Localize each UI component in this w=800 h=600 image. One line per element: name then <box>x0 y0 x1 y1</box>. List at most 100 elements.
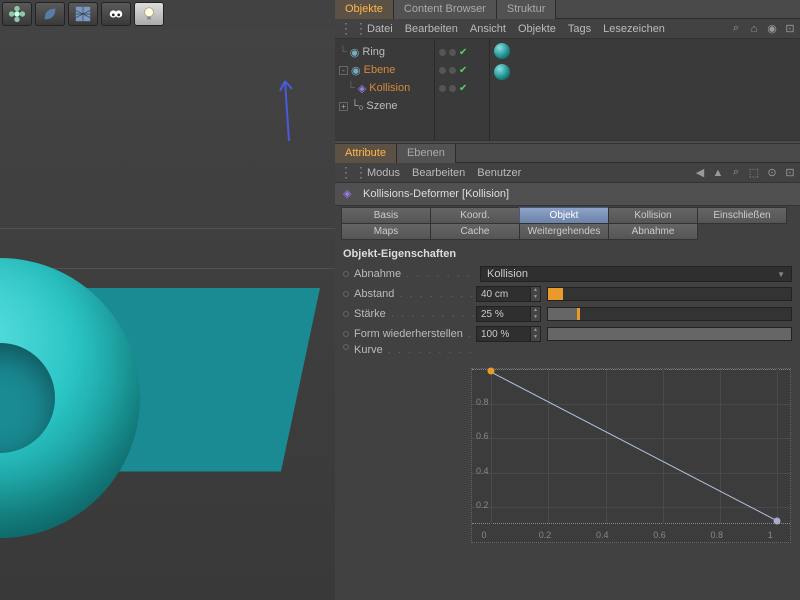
chevron-down-icon: ▼ <box>777 270 785 279</box>
subtab-koord[interactable]: Koord. <box>430 207 520 224</box>
menu-objekte[interactable]: Objekte <box>518 23 556 35</box>
curve-editor[interactable]: 0.8 0.6 0.4 0.2 0 0.2 0.4 0.6 0.8 1 <box>471 368 791 543</box>
menu-benutzer[interactable]: Benutzer <box>477 167 521 179</box>
eye-icon[interactable]: ◉ <box>766 23 778 35</box>
prop-form: Form wiederherstellen ▲▼ <box>335 324 800 344</box>
form-slider[interactable] <box>547 327 792 341</box>
subtab-weitergehendes[interactable]: Weitergehendes <box>519 223 609 240</box>
spinner[interactable]: ▲▼ <box>531 306 541 322</box>
menu-bearbeiten-attr[interactable]: Bearbeiten <box>412 167 465 179</box>
tab-content-browser[interactable]: Content Browser <box>394 0 497 19</box>
tree-branch-icon: └ <box>339 46 347 58</box>
attribute-title-bar: ◈ Kollisions-Deformer [Kollision] <box>335 183 800 206</box>
subtab-abnahme[interactable]: Abnahme <box>608 223 698 240</box>
visibility-column: ✔ ✔ ✔ <box>435 39 490 140</box>
deformer-icon: ◈ <box>343 187 357 201</box>
leaf-icon[interactable] <box>35 2 65 26</box>
null-icon: └₀ <box>351 100 363 112</box>
prop-kurve: Kurve <box>335 344 800 364</box>
tree-column[interactable]: └ ◉ Ring - ◉ Ebene └ ◈ Kollision + └₀ Sz… <box>335 39 435 140</box>
keyframe-dot[interactable] <box>343 311 349 317</box>
grid-icon[interactable] <box>68 2 98 26</box>
menu-tags[interactable]: Tags <box>568 23 591 35</box>
pin-icon[interactable]: ⊙ <box>766 167 778 179</box>
staerke-slider[interactable] <box>547 307 792 321</box>
material-tag-icon[interactable] <box>494 43 510 59</box>
search-icon[interactable]: ⌕ <box>730 167 742 179</box>
x-tick-label: 0.8 <box>711 530 724 540</box>
dropdown-value: Kollision <box>487 268 528 280</box>
tab-ebenen[interactable]: Ebenen <box>397 144 456 163</box>
prop-abnahme: Abnahme Kollision ▼ <box>335 264 800 284</box>
subtab-maps[interactable]: Maps <box>341 223 431 240</box>
keyframe-dot[interactable] <box>343 291 349 297</box>
eyes-icon[interactable] <box>101 2 131 26</box>
abstand-slider[interactable] <box>547 287 792 301</box>
attribute-menu: ⋮⋮ Modus Bearbeiten Benutzer ◀ ▲ ⌕ ⬚ ⊙ ⊡ <box>335 163 800 183</box>
tab-objekte[interactable]: Objekte <box>335 0 394 19</box>
search-icon[interactable]: ⌕ <box>730 23 742 35</box>
axis-arrow-icon <box>275 73 305 143</box>
check-icon[interactable]: ✔ <box>459 65 467 76</box>
menu-lesezeichen[interactable]: Lesezeichen <box>603 23 665 35</box>
tree-label: Ebene <box>364 64 396 76</box>
spinner[interactable]: ▲▼ <box>531 326 541 342</box>
bulb-icon[interactable] <box>134 2 164 26</box>
tab-attribute[interactable]: Attribute <box>335 144 397 163</box>
check-icon[interactable]: ✔ <box>459 83 467 94</box>
check-icon[interactable]: ✔ <box>459 47 467 58</box>
lock-icon[interactable]: ⬚ <box>748 167 760 179</box>
vis-row[interactable]: ✔ <box>439 61 485 79</box>
prop-label: Abstand <box>354 288 476 300</box>
plane-icon: ◉ <box>351 64 361 77</box>
home-icon[interactable]: ⌂ <box>748 23 760 35</box>
expand-icon[interactable]: + <box>339 102 348 111</box>
vis-row[interactable]: ✔ <box>439 43 485 61</box>
nav-back-icon[interactable]: ◀ <box>694 167 706 179</box>
flower-icon[interactable] <box>2 2 32 26</box>
subtab-einschliessen[interactable]: Einschließen <box>697 207 787 224</box>
keyframe-dot[interactable] <box>343 331 349 337</box>
form-input[interactable] <box>476 326 531 342</box>
object-manager-menu: ⋮⋮ Datei Bearbeiten Ansicht Objekte Tags… <box>335 19 800 39</box>
tab-struktur[interactable]: Struktur <box>497 0 557 19</box>
x-tick-label: 0.4 <box>596 530 609 540</box>
tree-row-kollision[interactable]: └ ◈ Kollision <box>337 79 432 97</box>
ring-icon: ◉ <box>350 46 360 59</box>
spinner[interactable]: ▲▼ <box>531 286 541 302</box>
grip-icon[interactable]: ⋮⋮ <box>339 20 355 37</box>
subtab-kollision[interactable]: Kollision <box>608 207 698 224</box>
abnahme-dropdown[interactable]: Kollision ▼ <box>480 266 792 282</box>
subtab-basis[interactable]: Basis <box>341 207 431 224</box>
tags-column <box>490 39 800 140</box>
subtab-cache[interactable]: Cache <box>430 223 520 240</box>
collapse-icon[interactable]: - <box>339 66 348 75</box>
x-tick-label: 1 <box>768 530 773 540</box>
expand-icon[interactable]: ⊡ <box>784 23 796 35</box>
prop-label: Form wiederherstellen <box>354 328 476 340</box>
keyframe-dot[interactable] <box>343 271 349 277</box>
tree-row-ebene[interactable]: - ◉ Ebene <box>337 61 432 79</box>
prop-staerke: Stärke ▲▼ <box>335 304 800 324</box>
viewport[interactable] <box>0 28 335 600</box>
menu-ansicht[interactable]: Ansicht <box>470 23 506 35</box>
deformer-icon: ◈ <box>358 82 366 95</box>
material-tag-icon[interactable] <box>494 64 510 80</box>
tree-row-ring[interactable]: └ ◉ Ring <box>337 43 432 61</box>
menu-modus[interactable]: Modus <box>367 167 400 179</box>
abstand-input[interactable] <box>476 286 531 302</box>
curve-handle-start[interactable] <box>488 367 495 374</box>
x-tick-label: 0.2 <box>539 530 552 540</box>
prop-label: Abnahme <box>354 268 476 280</box>
expand-icon[interactable]: ⊡ <box>784 167 796 179</box>
subtab-objekt[interactable]: Objekt <box>519 207 609 224</box>
menu-bearbeiten[interactable]: Bearbeiten <box>405 23 458 35</box>
staerke-input[interactable] <box>476 306 531 322</box>
grip-icon[interactable]: ⋮⋮ <box>339 164 355 181</box>
curve-handle-end[interactable] <box>774 518 781 525</box>
nav-up-icon[interactable]: ▲ <box>712 167 724 179</box>
tree-row-szene[interactable]: + └₀ Szene <box>337 97 432 115</box>
menu-datei[interactable]: Datei <box>367 23 393 35</box>
vis-row[interactable]: ✔ <box>439 79 485 97</box>
keyframe-dot[interactable] <box>343 344 349 350</box>
